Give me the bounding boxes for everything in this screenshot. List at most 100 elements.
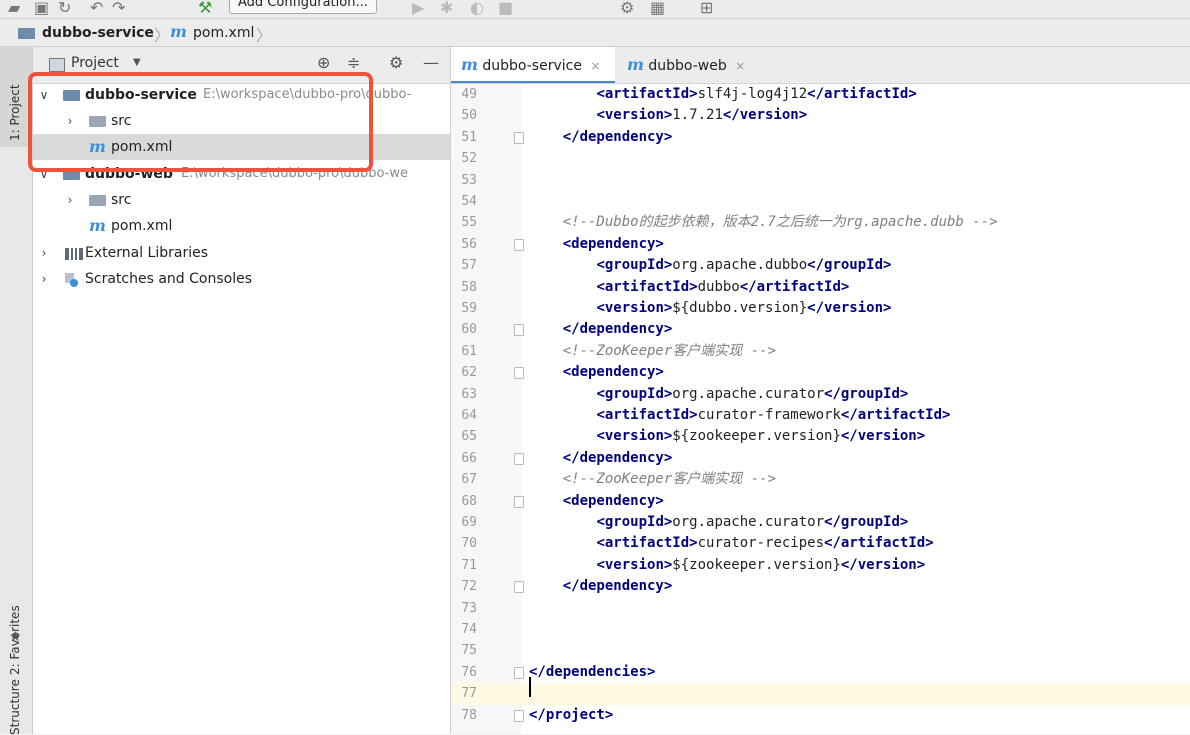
code-line[interactable]: 58 <artifactId>dubbo</artifactId> [451, 277, 1190, 298]
line-number: 57 [461, 258, 477, 274]
project-view-icon [49, 58, 65, 72]
fold-marker-icon[interactable] [514, 324, 524, 337]
code-text: <!--ZooKeeper客户端实现 --> [562, 471, 777, 488]
close-icon[interactable]: × [590, 59, 600, 73]
main-toolbar: ▰ ▣ ↻ ↶ ↷ ⚒ Add Configuration... ▶ ✱ ◐ ■… [0, 0, 1190, 19]
code-line[interactable]: 50 <version>1.7.21</version> [451, 105, 1190, 126]
code-line[interactable]: 70 <artifactId>curator-recipes</artifact… [451, 533, 1190, 554]
line-number: 61 [461, 343, 477, 359]
save-icon[interactable]: ▣ [34, 0, 49, 17]
folder-icon [89, 195, 106, 206]
fold-marker-icon[interactable] [514, 238, 524, 251]
tab-dubbo-web[interactable]: m dubbo-web × [617, 47, 767, 83]
fold-marker-icon[interactable] [514, 709, 524, 722]
settings-wrench-icon[interactable]: ⚙ [620, 0, 634, 17]
code-line[interactable]: 73 [451, 598, 1190, 619]
tree-item-external-libraries[interactable]: › External Libraries [33, 240, 450, 266]
code-line[interactable]: 55 <!--Dubbo的起步依赖，版本2.7之后统一为rg.apache.du… [451, 212, 1190, 233]
line-number: 60 [461, 322, 477, 338]
maven-icon: m [461, 55, 478, 74]
maven-icon: m [89, 216, 106, 235]
code-line[interactable]: 66 </dependency> [451, 448, 1190, 469]
project-structure-icon[interactable]: ▦ [650, 0, 665, 17]
build-hammer-icon[interactable]: ⚒ [198, 0, 212, 17]
fold-marker-icon[interactable] [514, 495, 524, 508]
code-line[interactable]: 65 <version>${zookeeper.version}</versio… [451, 426, 1190, 447]
tool-tab-project[interactable]: 1: Project [8, 84, 22, 141]
tool-tab-structure[interactable]: Structure [8, 679, 22, 735]
tree-item-pom-xml[interactable]: m pom.xml [33, 213, 450, 239]
breadcrumb-file[interactable]: pom.xml [193, 24, 254, 42]
tree-item-src[interactable]: › src [33, 187, 450, 213]
line-number: 74 [461, 622, 477, 637]
tree-item-scratches[interactable]: › Scratches and Consoles [33, 266, 450, 292]
line-number: 70 [461, 536, 477, 552]
code-line[interactable]: 64 <artifactId>curator-framework</artifa… [451, 405, 1190, 426]
code-line[interactable]: 61 <!--ZooKeeper客户端实现 --> [451, 341, 1190, 362]
vcs-icon[interactable]: ⊞ [700, 0, 713, 17]
star-icon: ★ [9, 629, 22, 645]
line-number: 53 [461, 172, 477, 188]
tree-item-label: pom.xml [111, 218, 173, 234]
line-number: 67 [461, 472, 477, 488]
chevron-right-icon[interactable]: › [37, 240, 51, 266]
code-line[interactable]: 69 <groupId>org.apache.curator</groupId> [451, 512, 1190, 533]
code-line[interactable]: 78 </project> [451, 705, 1190, 726]
code-text: </dependency> [562, 128, 673, 145]
line-number: 68 [461, 493, 477, 509]
line-number: 51 [461, 129, 477, 145]
undo-icon[interactable]: ↶ [90, 0, 103, 17]
code-line[interactable]: 54 [451, 191, 1190, 212]
code-text: <!--ZooKeeper客户端实现 --> [562, 342, 777, 359]
project-view-selector[interactable]: Project [71, 55, 119, 71]
add-configuration-button[interactable]: Add Configuration... [229, 0, 377, 14]
code-line[interactable]: 51 </dependency> [451, 127, 1190, 148]
chevron-down-icon[interactable]: ▼ [133, 57, 141, 68]
locate-target-icon[interactable]: ⊕ [317, 53, 330, 72]
close-icon[interactable]: × [735, 59, 745, 73]
code-line[interactable]: 68 <dependency> [451, 491, 1190, 512]
redo-icon[interactable]: ↷ [112, 0, 125, 17]
chevron-right-icon[interactable]: › [63, 187, 77, 213]
code-line[interactable]: 49 <artifactId>slf4j-log4j12</artifactId… [451, 84, 1190, 105]
code-line[interactable]: 74 [451, 619, 1190, 640]
chevron-right-icon[interactable]: › [37, 266, 51, 292]
code-line[interactable]: 56 <dependency> [451, 234, 1190, 255]
fold-marker-icon[interactable] [514, 581, 524, 594]
fold-marker-icon[interactable] [514, 452, 524, 465]
code-line[interactable]: 62 <dependency> [451, 362, 1190, 383]
fold-marker-icon[interactable] [514, 666, 524, 679]
gear-icon[interactable]: ⚙ [389, 53, 403, 72]
stop-icon[interactable]: ■ [498, 0, 513, 17]
sync-icon[interactable]: ↻ [58, 0, 71, 17]
code-line[interactable]: 67 <!--ZooKeeper客户端实现 --> [451, 469, 1190, 490]
code-line[interactable]: 77 [451, 683, 1190, 705]
code-text: </dependencies> [529, 663, 656, 680]
code-text: <dependency> [562, 235, 664, 252]
code-line[interactable]: 72 </dependency> [451, 576, 1190, 597]
annotation-highlight-box [28, 72, 373, 172]
fold-marker-icon[interactable] [514, 131, 524, 144]
hide-panel-icon[interactable]: — [423, 53, 439, 72]
fold-marker-icon[interactable] [514, 367, 524, 380]
code-text: </project> [529, 706, 614, 723]
open-folder-icon[interactable]: ▰ [8, 0, 20, 17]
code-line[interactable]: 59 <version>${dubbo.version}</version> [451, 298, 1190, 319]
collapse-all-icon[interactable]: ≑ [347, 53, 360, 72]
code-line[interactable]: 60 </dependency> [451, 319, 1190, 340]
breadcrumb-project[interactable]: dubbo-service [42, 24, 154, 42]
run-icon[interactable]: ▶ [412, 0, 424, 17]
code-line[interactable]: 52 [451, 148, 1190, 169]
code-line[interactable]: 76 </dependencies> [451, 662, 1190, 683]
tab-label: dubbo-service [482, 58, 582, 74]
debug-icon[interactable]: ✱ [440, 0, 453, 17]
coverage-icon[interactable]: ◐ [470, 0, 484, 17]
line-number: 78 [461, 707, 477, 723]
code-line[interactable]: 71 <version>${zookeeper.version}</versio… [451, 555, 1190, 576]
code-text: <dependency> [562, 492, 664, 509]
code-line[interactable]: 53 [451, 170, 1190, 191]
code-line[interactable]: 75 [451, 640, 1190, 661]
code-line[interactable]: 63 <groupId>org.apache.curator</groupId> [451, 384, 1190, 405]
tab-dubbo-service[interactable]: m dubbo-service × [451, 47, 615, 83]
code-line[interactable]: 57 <groupId>org.apache.dubbo</groupId> [451, 255, 1190, 276]
